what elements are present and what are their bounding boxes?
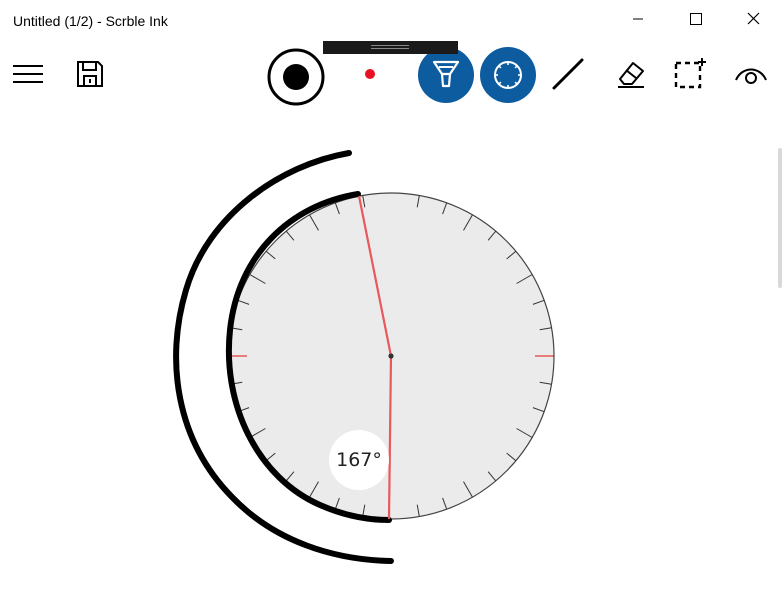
angle-readout: 167° [329, 430, 389, 490]
pen-size-icon [266, 47, 326, 107]
minimize-button[interactable] [615, 0, 661, 42]
ink-canvas[interactable] [0, 108, 778, 590]
hamburger-menu-button[interactable] [6, 52, 50, 96]
hamburger-icon [12, 63, 44, 85]
protractor-button[interactable] [480, 47, 536, 103]
eraser-button[interactable] [607, 52, 651, 96]
view-button[interactable] [729, 52, 773, 96]
floppy-disk-icon [76, 60, 104, 88]
protractor-center-pivot[interactable] [388, 353, 394, 359]
line-tool-button[interactable] [546, 52, 590, 96]
grip-lines [371, 45, 409, 49]
minimize-icon [632, 12, 644, 30]
close-button[interactable] [730, 0, 776, 42]
highlighter-icon [430, 58, 462, 92]
eye-icon [734, 62, 768, 86]
save-button[interactable] [68, 52, 112, 96]
maximize-button[interactable] [673, 0, 719, 42]
ink-layer [173, 150, 555, 564]
protractor-icon [491, 58, 525, 92]
close-icon [747, 12, 760, 30]
color-dot-icon [364, 68, 376, 80]
toolbar-drag-handle[interactable] [323, 41, 458, 54]
window-title: Untitled (1/2) - Scrble Ink [13, 13, 168, 29]
selection-button[interactable] [668, 52, 712, 96]
eraser-icon [612, 59, 646, 89]
lasso-select-icon [673, 57, 707, 91]
line-icon [552, 58, 584, 90]
pen-size-button[interactable] [265, 46, 327, 108]
vertical-scrollbar[interactable] [778, 108, 784, 590]
highlighter-button[interactable] [418, 47, 474, 103]
title-bar: Untitled (1/2) - Scrble Ink [0, 0, 784, 42]
maximize-icon [690, 12, 702, 30]
pen-color-button[interactable] [350, 54, 390, 94]
scrollbar-thumb[interactable] [778, 148, 782, 288]
